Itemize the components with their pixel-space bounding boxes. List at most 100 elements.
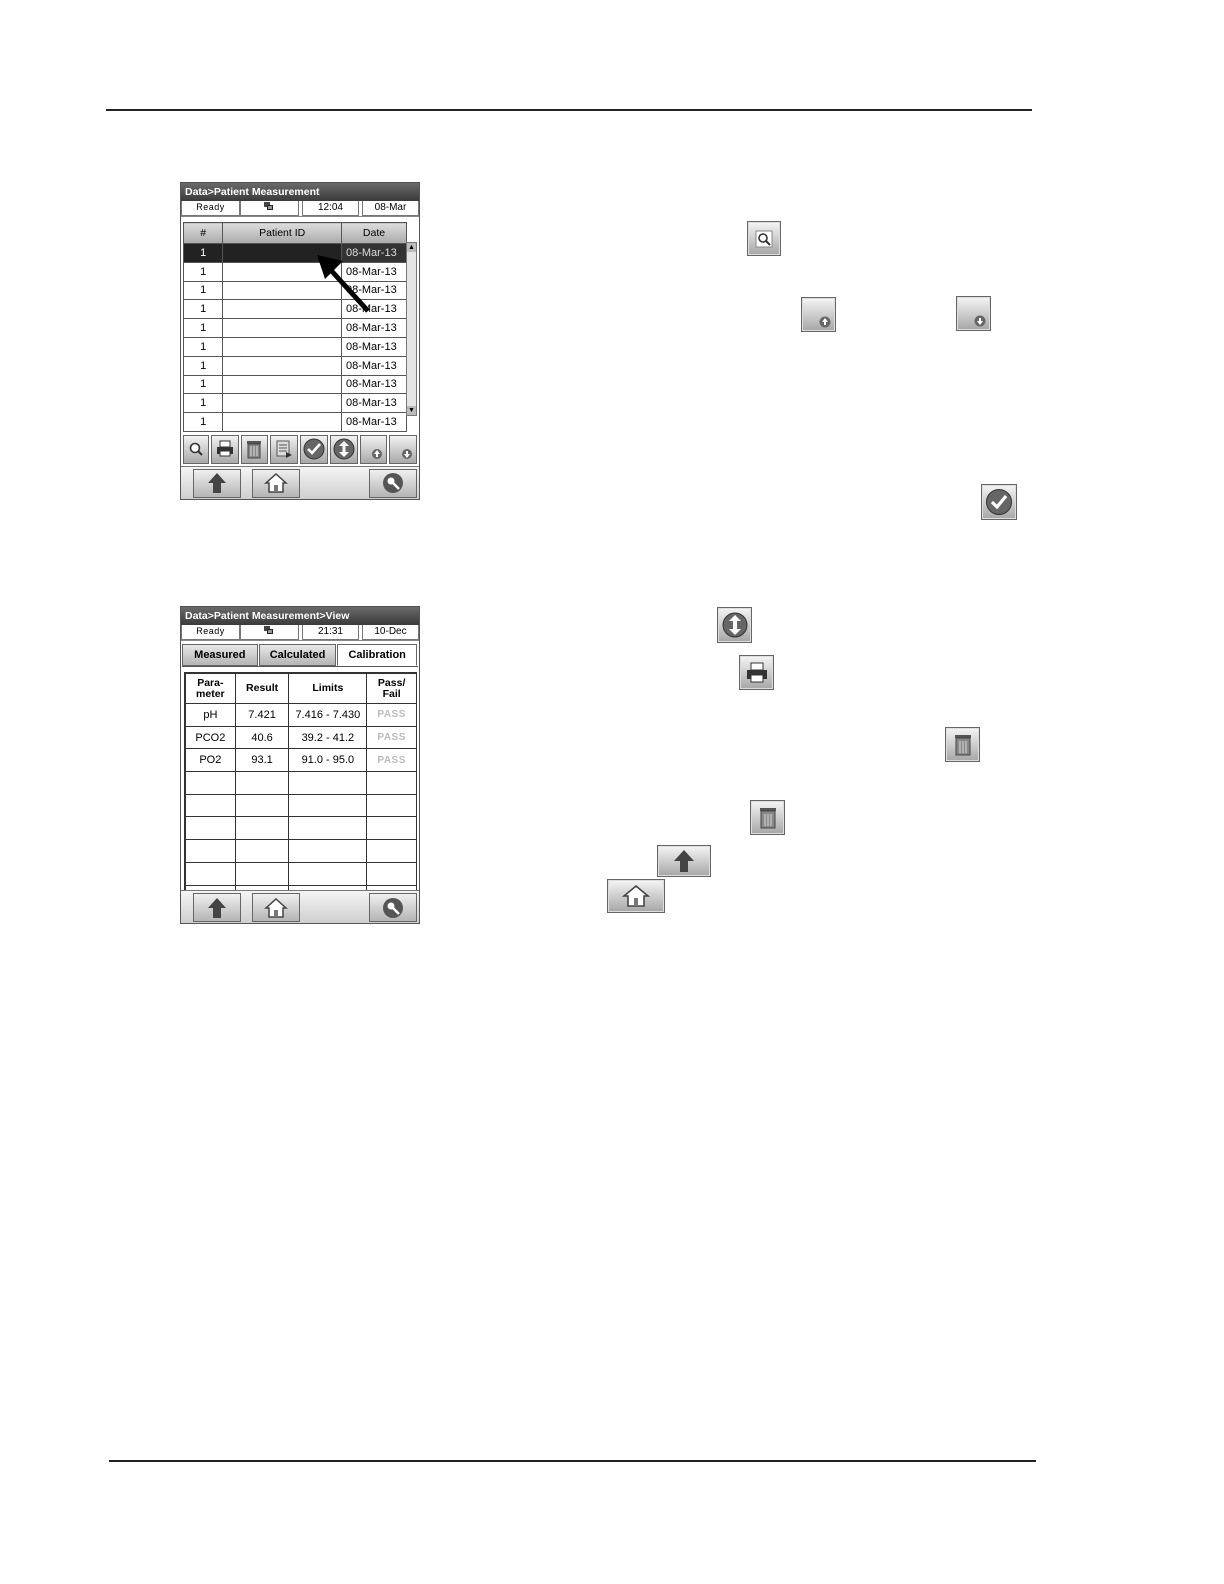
print-button[interactable] (210, 434, 239, 464)
row-date: 08-Mar-13 (340, 318, 408, 338)
export-icon (276, 440, 293, 459)
column-header-number[interactable]: # (182, 222, 224, 244)
tab-calculated[interactable]: Calculated (258, 644, 337, 666)
bottom-rule (109, 1460, 1036, 1462)
tab-measured[interactable]: Measured (182, 644, 258, 666)
list-item[interactable]: 1 08-Mar-13 (182, 393, 408, 414)
select-button[interactable] (300, 434, 328, 464)
column-header-limits: Limits (288, 673, 368, 704)
up-down-icon (333, 438, 355, 460)
printer-icon (746, 662, 767, 682)
cell-limits (288, 839, 368, 863)
cell-parameter: PO2 (185, 748, 236, 773)
list-item[interactable]: 1 08-Mar-13 (182, 336, 408, 357)
patient-list: # Patient ID Date 1 08-Mar-13 1 08-Mar-13 1 0… (182, 222, 417, 432)
row-patient-id (222, 393, 342, 414)
up-arrow-icon (674, 850, 694, 872)
printer-icon (216, 440, 233, 457)
page-up-button[interactable] (359, 434, 388, 464)
inline-select-button (981, 484, 1017, 520)
inline-print-button (739, 655, 774, 690)
list-item[interactable]: 1 08-Mar-13 (182, 412, 408, 432)
home-icon (622, 884, 650, 907)
nav-bar (181, 890, 419, 923)
list-item[interactable]: 1 08-Mar-13 (182, 374, 408, 395)
cell-result (234, 861, 290, 886)
checkmark-icon (303, 438, 325, 460)
inline-sort-button (717, 607, 752, 643)
row-patient-id (222, 374, 342, 395)
list-scrollbar[interactable]: ▲ ▼ (406, 242, 417, 416)
view-button[interactable] (183, 434, 209, 464)
list-item[interactable]: 1 08-Mar-13 (182, 280, 408, 301)
column-header-pass-fail: Pass/ Fail (366, 673, 417, 704)
column-header-patient-id[interactable]: Patient ID (222, 222, 342, 244)
list-item[interactable]: 1 08-Mar-13 (182, 299, 408, 320)
cell-result: 40.6 (234, 725, 290, 750)
column-header-result: Result (234, 673, 290, 704)
table-row (185, 861, 417, 886)
scroll-down-arrow-icon[interactable]: ▼ (407, 406, 416, 415)
back-button[interactable] (193, 468, 241, 498)
status-bar: Ready 12:04 08-Mar (181, 201, 419, 217)
table-row (185, 839, 417, 863)
row-patient-id (222, 336, 342, 357)
export-button[interactable] (270, 434, 299, 464)
back-button[interactable] (193, 893, 241, 922)
patient-measurement-view-screen: Data>Patient Measurement>View Ready 21:3… (180, 606, 420, 924)
list-item[interactable]: 1 08-Mar-13 (182, 355, 408, 376)
cell-parameter (185, 816, 236, 841)
settings-button[interactable] (369, 468, 417, 498)
cell-limits (288, 816, 368, 841)
tab-calibration[interactable]: Calibration (337, 644, 417, 666)
list-item[interactable]: 1 08-Mar-13 (182, 243, 408, 263)
table-row (185, 793, 417, 818)
cell-parameter: pH (185, 703, 236, 727)
status-date: 08-Mar (361, 201, 419, 216)
trash-icon (759, 807, 776, 828)
home-button[interactable] (252, 893, 300, 922)
cell-limits: 7.416 - 7.430 (288, 703, 368, 727)
page-down-button[interactable] (389, 434, 417, 464)
cell-pass-fail (366, 839, 417, 863)
cell-limits: 91.0 - 95.0 (288, 748, 368, 773)
status-time: 12:04 (301, 201, 359, 216)
cell-pass-fail (366, 771, 417, 795)
column-header-date[interactable]: Date (340, 222, 408, 244)
list-item[interactable]: 1 08-Mar-13 (182, 318, 408, 338)
row-number: 1 (182, 261, 224, 282)
home-icon (264, 473, 288, 494)
results-header-row: Para- meter Result Limits Pass/ Fail (185, 673, 417, 704)
cell-parameter (185, 861, 236, 886)
cell-parameter (185, 771, 236, 795)
home-icon (264, 897, 288, 918)
settings-button[interactable] (369, 893, 417, 922)
cell-parameter (185, 839, 236, 863)
home-button[interactable] (252, 468, 300, 498)
row-date: 08-Mar-13 (340, 412, 408, 432)
inline-delete-button (945, 727, 980, 762)
patient-measurement-screen: Data>Patient Measurement Ready 12:04 08-… (180, 182, 420, 500)
cell-limits: 39.2 - 41.2 (288, 725, 368, 750)
table-row: PO2 93.1 91.0 - 95.0 PASS (185, 748, 417, 773)
network-icon (239, 201, 299, 216)
status-bar: Ready 21:31 10-Dec (181, 625, 419, 641)
delete-button[interactable] (240, 434, 269, 464)
inline-delete-all-button (750, 800, 785, 835)
list-header-row: # Patient ID Date (182, 222, 408, 244)
status-time: 21:31 (301, 625, 359, 640)
magnifier-icon (755, 230, 773, 247)
cell-limits (288, 861, 368, 886)
page-up-icon (372, 449, 383, 460)
page-down-icon (402, 449, 413, 460)
header-text: meter (196, 687, 225, 700)
cell-pass-fail: PASS (366, 703, 417, 727)
list-item[interactable]: 1 08-Mar-13 (182, 261, 408, 282)
row-date: 08-Mar-13 (340, 393, 408, 414)
screen-title: Data>Patient Measurement (181, 183, 419, 201)
scroll-up-arrow-icon[interactable]: ▲ (407, 243, 416, 252)
cell-pass-fail (366, 816, 417, 841)
sort-button[interactable] (329, 434, 358, 464)
cell-result (234, 839, 290, 863)
cell-pass-fail (366, 861, 417, 886)
